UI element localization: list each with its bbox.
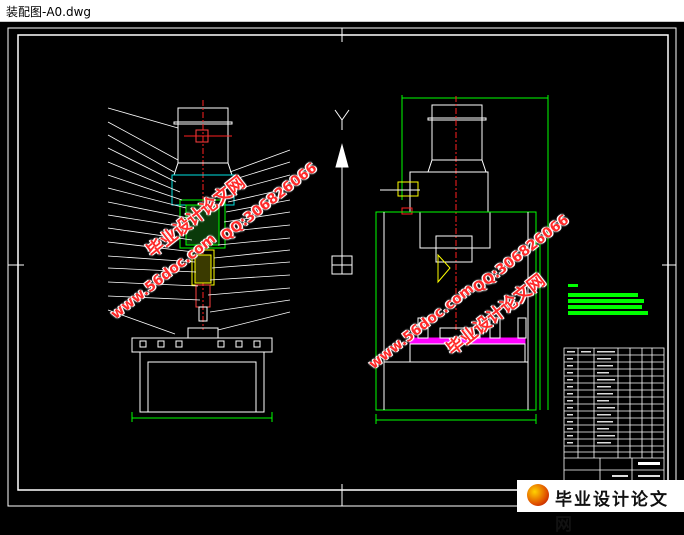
leader-lines-right	[207, 149, 291, 331]
title-bar: 装配图-A0.dwg	[0, 0, 684, 22]
logo-globe-icon	[527, 484, 549, 506]
work-table	[131, 337, 273, 353]
title-block	[563, 347, 665, 491]
technical-notes	[568, 284, 648, 315]
view-arrow	[331, 109, 353, 275]
cad-drawing	[7, 27, 677, 507]
window-title: 装配图-A0.dwg	[6, 5, 92, 19]
front-view	[107, 100, 291, 422]
drawing-canvas[interactable]: 毕业设计论文网 QQ:306826066 www.56doc.com QQ:30…	[0, 22, 684, 512]
logo-text: 毕业设计论文网	[555, 490, 669, 535]
site-logo: 毕业设计论文网	[517, 480, 684, 535]
